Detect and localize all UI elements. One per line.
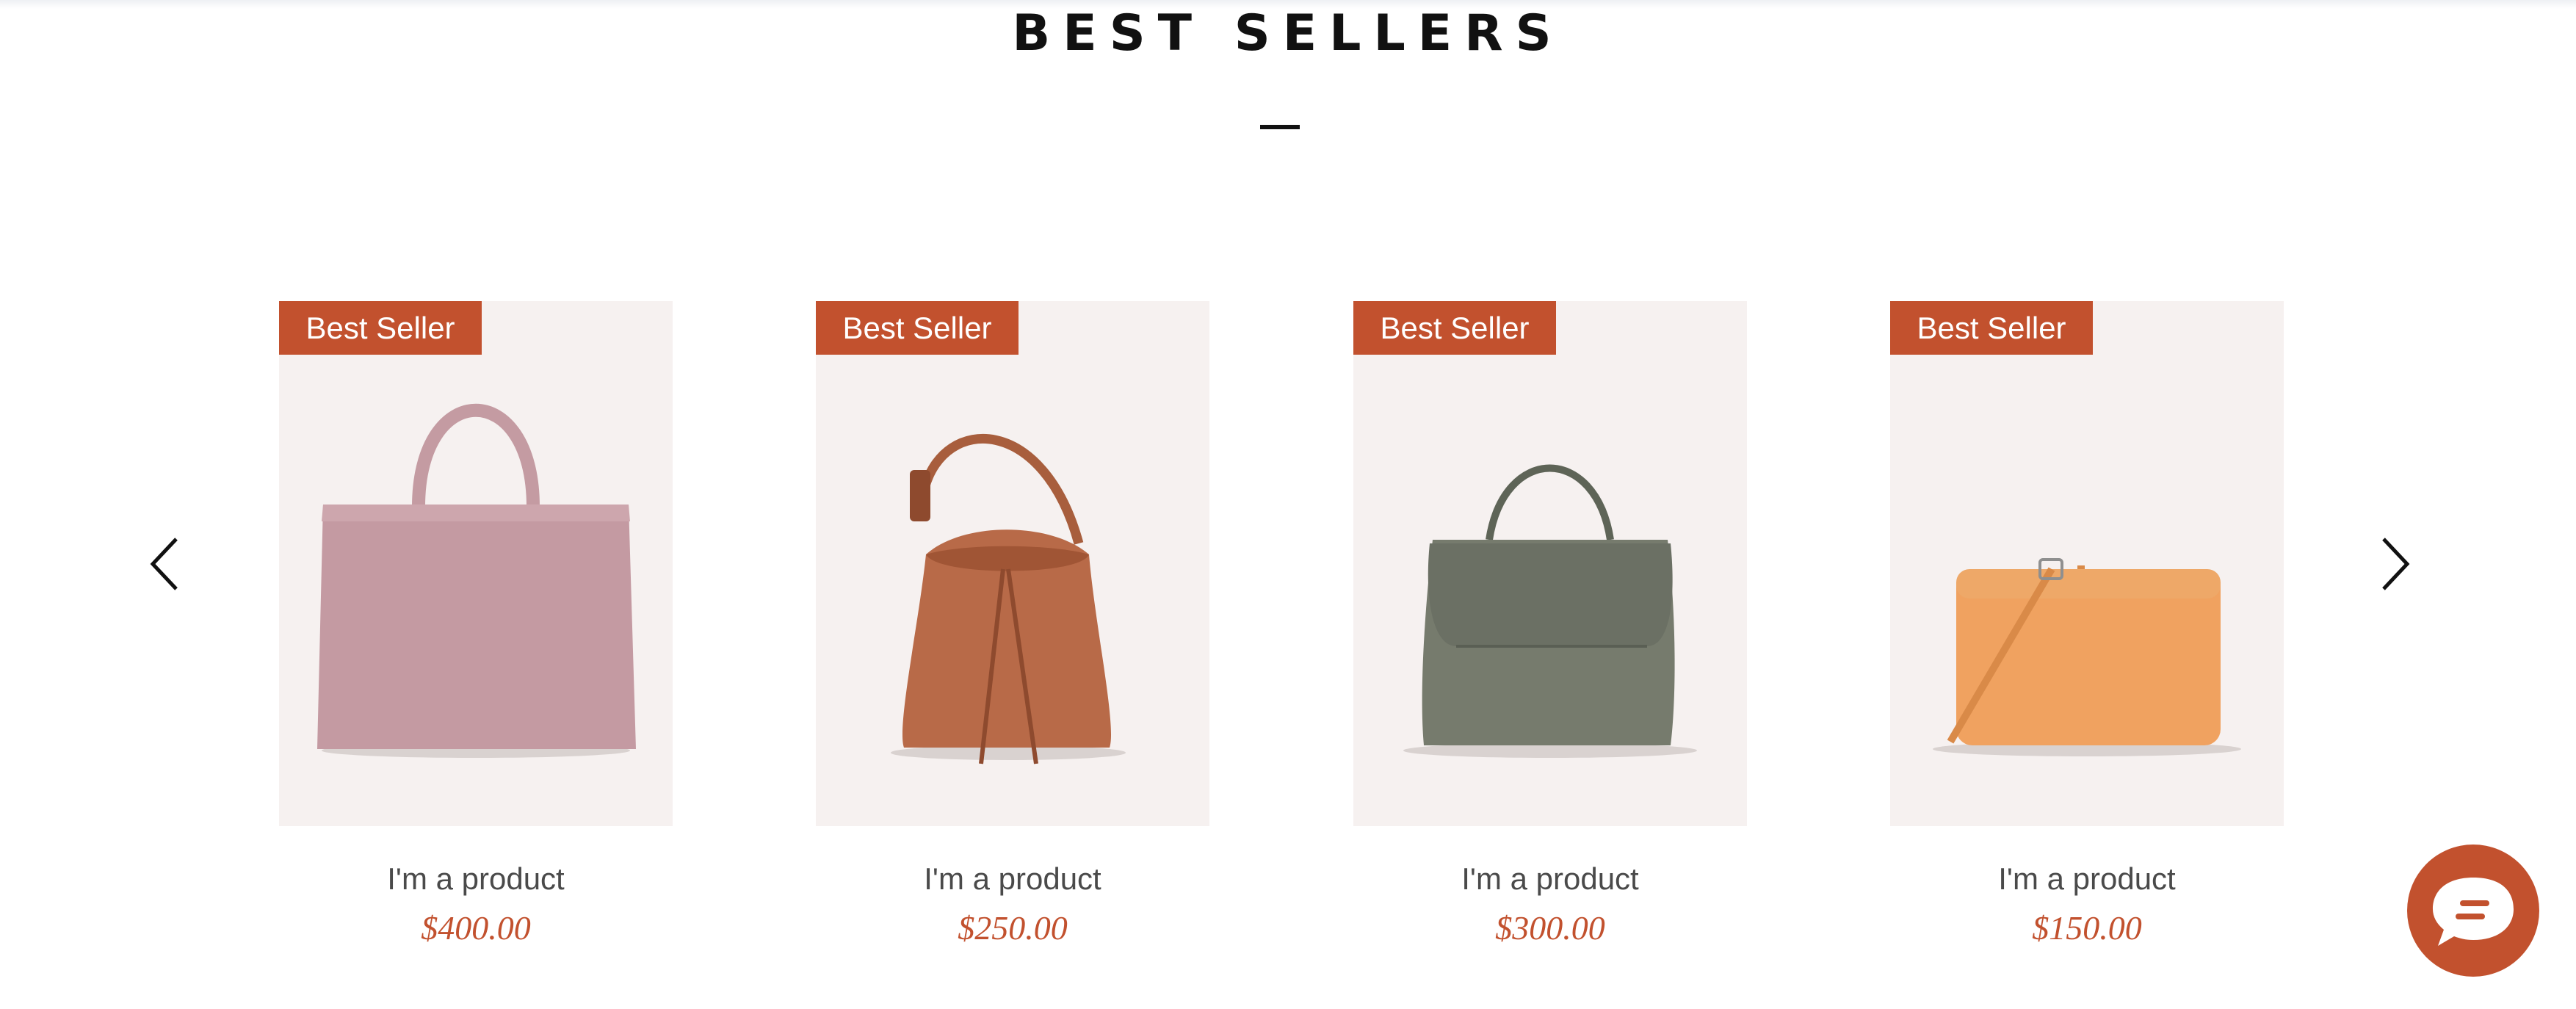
- product-price: $300.00: [1495, 909, 1605, 947]
- best-seller-badge: Best Seller: [816, 301, 1019, 355]
- product-card[interactable]: Best Seller I'm a product $150.00: [1890, 301, 2284, 947]
- product-name[interactable]: I'm a product: [279, 861, 673, 897]
- carousel-next-button[interactable]: [2372, 535, 2416, 593]
- chevron-left-icon: [150, 538, 178, 590]
- chat-bubble-icon: [2433, 878, 2514, 946]
- chevron-right-icon: [2382, 538, 2410, 590]
- product-price: $250.00: [958, 909, 1068, 947]
- product-card[interactable]: Best Seller I'm a product $400.00: [279, 301, 673, 947]
- product-image[interactable]: Best Seller: [816, 301, 1209, 826]
- orange-crossbody-bag-image: [1933, 558, 2241, 756]
- product-card[interactable]: Best Seller I'm a product $250.00: [816, 301, 1209, 947]
- product-card[interactable]: Best Seller I'm a product $300.00: [1353, 301, 1747, 947]
- best-seller-badge: Best Seller: [1353, 301, 1556, 355]
- product-image[interactable]: Best Seller: [279, 301, 673, 826]
- product-price: $150.00: [2032, 909, 2142, 947]
- brown-bucket-bag-image: [891, 433, 1126, 764]
- olive-top-handle-bag-image: [1403, 464, 1697, 758]
- product-price: $400.00: [421, 909, 531, 947]
- chat-button[interactable]: [2407, 845, 2539, 977]
- product-name[interactable]: I'm a product: [1890, 861, 2284, 897]
- product-image[interactable]: Best Seller: [1353, 301, 1747, 826]
- carousel-prev-button[interactable]: [144, 535, 188, 593]
- title-divider: [1260, 125, 1300, 129]
- product-name[interactable]: I'm a product: [1353, 861, 1747, 897]
- product-name[interactable]: I'm a product: [816, 861, 1209, 897]
- section-title: BEST SELLERS: [1012, 4, 1564, 62]
- best-seller-badge: Best Seller: [1890, 301, 2093, 355]
- best-seller-badge: Best Seller: [279, 301, 482, 355]
- pink-tote-bag-image: [317, 403, 636, 758]
- product-image[interactable]: Best Seller: [1890, 301, 2284, 826]
